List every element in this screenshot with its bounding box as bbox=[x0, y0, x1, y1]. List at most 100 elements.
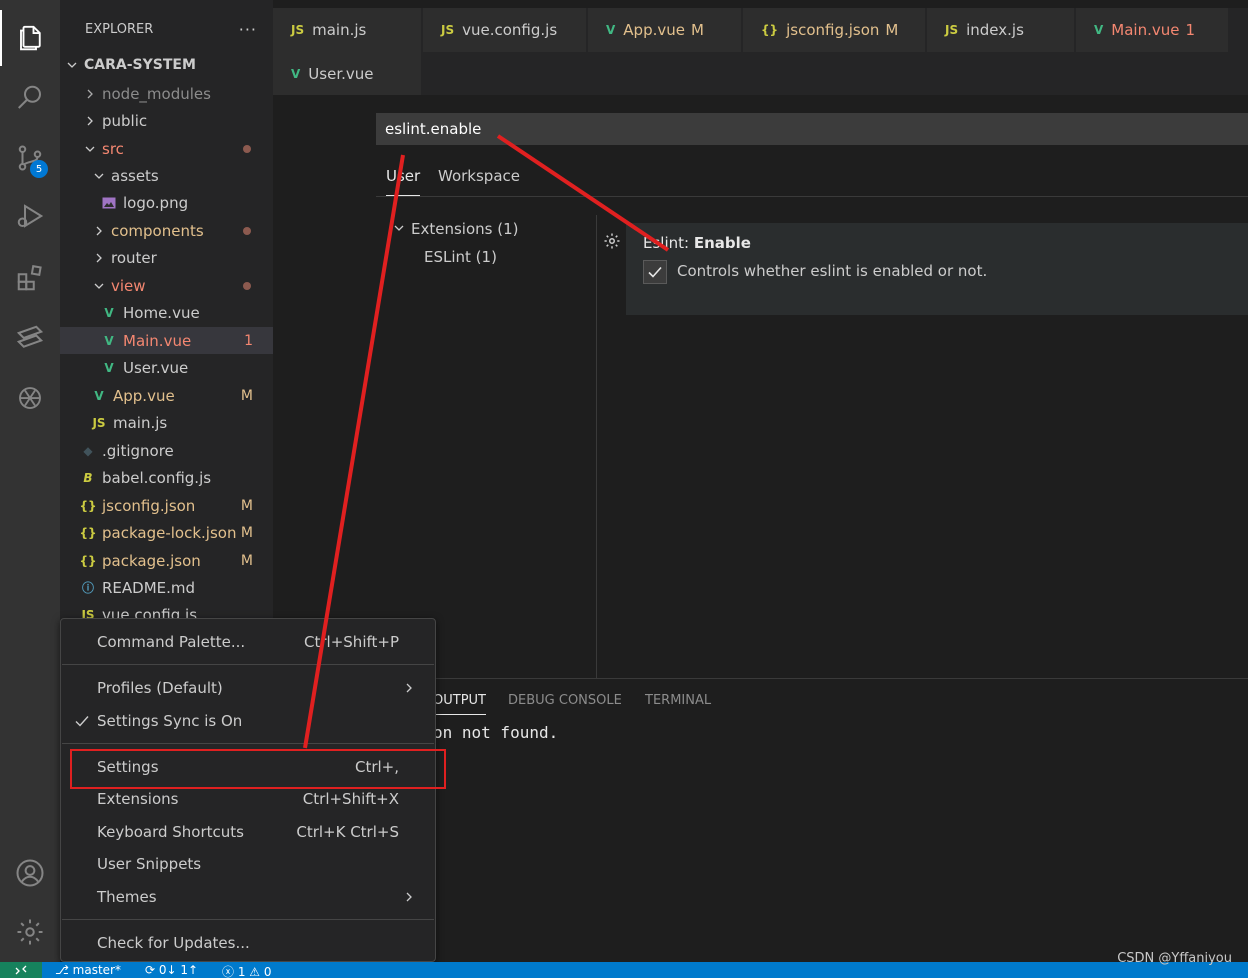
tree-item-public[interactable]: public bbox=[60, 107, 273, 134]
sync-status: 0↓ 1↑ bbox=[158, 963, 199, 977]
setting-title: Eslint: Enable bbox=[643, 234, 751, 252]
toc-label: ESLint (1) bbox=[424, 248, 497, 266]
warning-count: 0 bbox=[263, 965, 272, 978]
vue-file-icon: V bbox=[104, 305, 114, 320]
watermark: CSDN @Yffaniyou bbox=[1117, 951, 1232, 966]
setting-item-eslint-enable: Eslint: Enable Controls whether eslint i… bbox=[626, 223, 1248, 315]
tree-item-main-js[interactable]: JS main.js bbox=[60, 409, 273, 436]
menu-item-profiles[interactable]: Profiles (Default) bbox=[61, 672, 435, 704]
menu-label: Settings Sync is On bbox=[97, 712, 243, 730]
menu-item-settings-sync[interactable]: Settings Sync is On bbox=[61, 705, 435, 737]
manage-gear-icon[interactable] bbox=[0, 904, 60, 960]
remote-indicator[interactable] bbox=[0, 962, 42, 978]
tab-workspace-settings[interactable]: Workspace bbox=[438, 167, 520, 195]
tab-label: main.js bbox=[312, 21, 367, 39]
tree-item-main-vue[interactable]: V Main.vue 1 bbox=[60, 327, 273, 354]
more-actions-icon[interactable]: ··· bbox=[239, 20, 257, 39]
tree-item-label: jsconfig.json bbox=[102, 496, 196, 515]
tree-item-components[interactable]: components bbox=[60, 217, 273, 244]
setting-description: Controls whether eslint is enabled or no… bbox=[677, 262, 988, 280]
tree-item-label: logo.png bbox=[123, 193, 189, 212]
explorer-icon[interactable] bbox=[0, 10, 60, 66]
toc-extensions[interactable]: Extensions (1) bbox=[393, 220, 518, 238]
tree-item-view[interactable]: view bbox=[60, 272, 273, 299]
tab-label: App.vue bbox=[623, 21, 685, 39]
tree-item-node-modules[interactable]: node_modules bbox=[60, 80, 273, 107]
vue-file-icon: V bbox=[104, 333, 114, 348]
modified-badge: M bbox=[885, 21, 899, 39]
chevron-right-icon bbox=[91, 250, 107, 266]
tab-main-js[interactable]: JS main.js bbox=[273, 8, 422, 52]
tab-user-settings[interactable]: User bbox=[386, 167, 421, 196]
tree-item-assets[interactable]: assets bbox=[60, 162, 273, 189]
settings-search-input[interactable] bbox=[376, 113, 1248, 145]
tab-main-vue[interactable]: V Main.vue 1 bbox=[1076, 8, 1229, 52]
openai-icon[interactable] bbox=[0, 370, 60, 426]
tree-item-babel-config[interactable]: B babel.config.js bbox=[60, 464, 273, 491]
tree-item-label: node_modules bbox=[102, 84, 211, 103]
tree-item-user-vue[interactable]: V User.vue bbox=[60, 354, 273, 381]
vue-file-icon: V bbox=[291, 67, 301, 81]
tab-jsconfig[interactable]: {} jsconfig.json M bbox=[743, 8, 926, 52]
eslint-enable-checkbox[interactable] bbox=[643, 260, 667, 284]
tree-item-gitignore[interactable]: ◆ .gitignore bbox=[60, 437, 273, 464]
tree-item-package-lock[interactable]: {} package-lock.json M bbox=[60, 519, 273, 546]
run-debug-icon[interactable] bbox=[0, 188, 60, 244]
manage-context-menu: Command Palette... Ctrl+Shift+P Profiles… bbox=[60, 618, 436, 962]
remote-icon[interactable] bbox=[0, 310, 60, 366]
menu-label: Themes bbox=[97, 888, 157, 906]
menu-separator bbox=[62, 743, 434, 744]
toc-eslint[interactable]: ESLint (1) bbox=[424, 248, 497, 266]
tree-item-readme[interactable]: ⓘ README.md bbox=[60, 574, 273, 601]
account-icon[interactable] bbox=[0, 845, 60, 901]
chevron-down-icon bbox=[91, 168, 107, 184]
tab-user-vue[interactable]: V User.vue bbox=[273, 52, 422, 96]
tree-item-jsconfig[interactable]: {} jsconfig.json M bbox=[60, 492, 273, 519]
tab-debug-console[interactable]: DEBUG CONSOLE bbox=[508, 693, 622, 714]
setting-gear-icon[interactable] bbox=[603, 232, 621, 250]
menu-item-command-palette[interactable]: Command Palette... Ctrl+Shift+P bbox=[61, 626, 435, 658]
tab-label: vue.config.js bbox=[462, 21, 558, 39]
chevron-down-icon bbox=[64, 57, 80, 73]
menu-separator bbox=[62, 919, 434, 920]
tree-item-label: src bbox=[102, 139, 124, 158]
problems-indicator[interactable]: ⓧ 1 ⚠ 0 bbox=[222, 963, 272, 978]
tree-item-label: App.vue bbox=[113, 386, 175, 405]
tab-label: jsconfig.json bbox=[786, 21, 880, 39]
search-icon[interactable] bbox=[0, 70, 60, 126]
tab-output[interactable]: OUTPUT bbox=[433, 693, 486, 715]
menu-shortcut: Ctrl+Shift+P bbox=[304, 633, 399, 651]
tree-item-router[interactable]: router bbox=[60, 244, 273, 271]
menu-item-keyboard-shortcuts[interactable]: Keyboard Shortcuts Ctrl+K Ctrl+S bbox=[61, 816, 435, 848]
branch-indicator[interactable]: ⎇ master* bbox=[55, 963, 121, 977]
tree-item-label: router bbox=[111, 248, 157, 267]
tree-item-label: .gitignore bbox=[102, 441, 174, 460]
tab-label: User.vue bbox=[308, 65, 374, 83]
tree-item-src[interactable]: src bbox=[60, 135, 273, 162]
extensions-icon[interactable] bbox=[0, 250, 60, 306]
menu-label: Profiles (Default) bbox=[97, 679, 223, 697]
source-control-badge: 5 bbox=[30, 160, 48, 178]
tree-item-app-vue[interactable]: V App.vue M bbox=[60, 382, 273, 409]
branch-name: master* bbox=[72, 963, 121, 977]
tab-index-js[interactable]: JS index.js bbox=[927, 8, 1075, 52]
menu-item-user-snippets[interactable]: User Snippets bbox=[61, 848, 435, 880]
menu-shortcut: Ctrl+Shift+X bbox=[302, 790, 399, 808]
source-control-icon[interactable]: 5 bbox=[0, 130, 60, 186]
menu-item-check-updates[interactable]: Check for Updates... bbox=[61, 927, 435, 959]
project-root[interactable]: CARA-SYSTEM bbox=[60, 51, 273, 78]
chevron-right-icon bbox=[91, 223, 107, 239]
menu-item-themes[interactable]: Themes bbox=[61, 881, 435, 913]
tab-app-vue[interactable]: V App.vue M bbox=[588, 8, 742, 52]
vue-file-icon: V bbox=[606, 23, 616, 37]
chevron-down-icon bbox=[91, 278, 107, 294]
tree-item-package-json[interactable]: {} package.json M bbox=[60, 547, 273, 574]
project-name: CARA-SYSTEM bbox=[84, 56, 196, 73]
tab-vue-config[interactable]: JS vue.config.js bbox=[423, 8, 587, 52]
tree-item-logo-png[interactable]: logo.png bbox=[60, 189, 273, 216]
tree-item-home-vue[interactable]: V Home.vue bbox=[60, 299, 273, 326]
modified-badge: M bbox=[240, 552, 253, 569]
modified-dot bbox=[243, 144, 251, 153]
tab-terminal[interactable]: TERMINAL bbox=[645, 693, 711, 714]
sync-indicator[interactable]: ⟳ 0↓ 1↑ bbox=[145, 963, 198, 977]
